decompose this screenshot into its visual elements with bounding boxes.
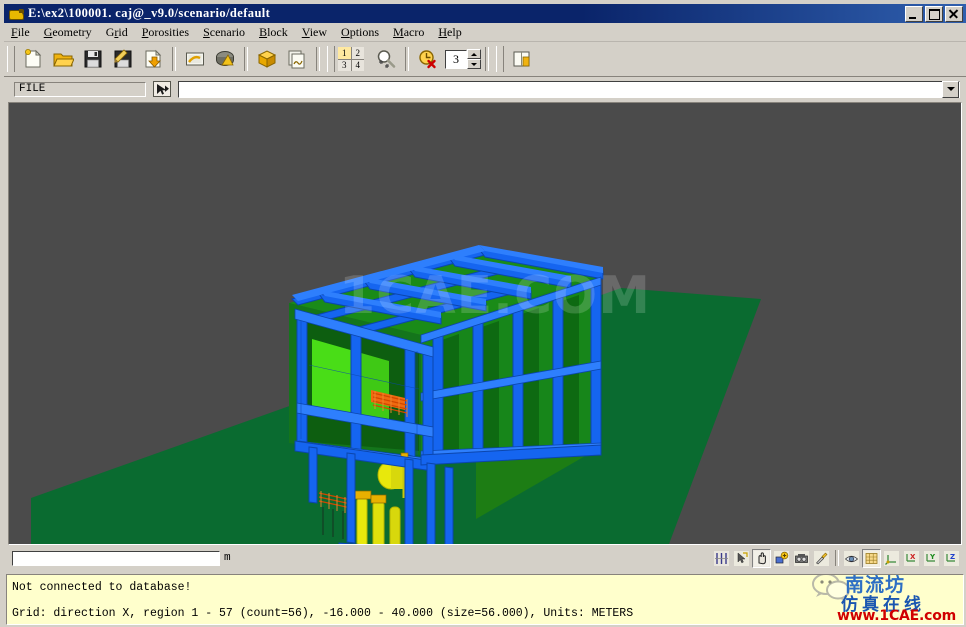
toolbar-separator <box>485 47 489 71</box>
viewport-count-spinner[interactable]: 3 <box>445 49 481 69</box>
view-bottom-bar: m X Y Z <box>8 547 962 569</box>
menu-item-macro[interactable]: Macro <box>386 24 431 41</box>
visibility-button[interactable] <box>842 548 861 568</box>
measure-tool-button[interactable] <box>712 548 731 568</box>
bright-panel-1 <box>312 339 354 418</box>
menu-item-block[interactable]: Block <box>252 24 295 41</box>
site-watermark: 南流坊 仿真在线 www.1CAE.com <box>783 574 959 624</box>
application-window: E:\ex2\100001. caj@_v9.0/scenario/defaul… <box>0 0 966 627</box>
scene-watermark: 1CAE.COM <box>339 266 651 326</box>
menu-item-porosities[interactable]: Porosities <box>135 24 196 41</box>
viewport-frame: 1CAE.COM <box>8 102 962 545</box>
menu-item-help[interactable]: Help <box>431 24 468 41</box>
menu-item-grid[interactable]: Grid <box>99 24 135 41</box>
toolbar-separator <box>172 47 176 71</box>
notes-button[interactable] <box>508 45 536 73</box>
file-bar: FILE <box>4 78 966 100</box>
watermark-tagline: 仿真在线 <box>841 595 925 615</box>
app-bird-icon <box>7 6 25 22</box>
grid-toggle-button[interactable] <box>862 548 881 568</box>
report-button[interactable] <box>283 45 311 73</box>
paint-tool-button[interactable] <box>812 548 831 568</box>
spinner-up-button[interactable] <box>467 49 481 59</box>
status-grid-message: Grid: direction X, region 1 - 57 (count=… <box>12 607 634 620</box>
toolbar-grip[interactable] <box>496 46 504 72</box>
status-connection-message: Not connected to database! <box>12 581 192 594</box>
y-view-button[interactable]: Y <box>922 548 941 568</box>
3d-viewport[interactable]: 1CAE.COM <box>9 103 961 544</box>
bright-panel-2 <box>361 353 389 421</box>
spinner-down-button[interactable] <box>467 59 481 69</box>
menu-item-options[interactable]: Options <box>334 24 386 41</box>
watermark-brand: 南流坊 <box>845 574 906 596</box>
open-file-button[interactable] <box>49 45 77 73</box>
render-button[interactable] <box>211 45 239 73</box>
view-geometry-button[interactable] <box>181 45 209 73</box>
status-panel[interactable]: Not connected to database! Grid: directi… <box>6 574 964 625</box>
select-tool-button[interactable] <box>732 548 751 568</box>
new-file-button[interactable] <box>19 45 47 73</box>
x-view-button[interactable]: X <box>902 548 921 568</box>
save-file-button[interactable] <box>79 45 107 73</box>
3d-scene[interactable]: 1CAE.COM <box>9 103 961 544</box>
title-bar: E:\ex2\100001. caj@_v9.0/scenario/defaul… <box>4 4 966 23</box>
wechat-logo-icon <box>812 575 850 601</box>
minimize-button[interactable] <box>905 5 923 22</box>
watermark-url: www.1CAE.com <box>837 608 957 624</box>
distance-input[interactable] <box>12 550 220 566</box>
file-path-combobox[interactable] <box>178 80 960 98</box>
window-title: E:\ex2\100001. caj@_v9.0/scenario/defaul… <box>28 6 271 20</box>
viewport-cell-3[interactable]: 3 <box>338 59 351 71</box>
import-button[interactable] <box>139 45 167 73</box>
block-button[interactable] <box>253 45 281 73</box>
save-as-button[interactable] <box>109 45 137 73</box>
close-button[interactable] <box>945 5 963 22</box>
add-object-button[interactable] <box>772 548 791 568</box>
toolbar-separator <box>316 47 320 71</box>
camera-tool-button[interactable] <box>792 548 811 568</box>
viewport-cell-2[interactable]: 2 <box>351 47 364 59</box>
file-type-label: FILE <box>14 81 146 97</box>
maximize-button[interactable] <box>925 5 943 22</box>
viewport-cell-1[interactable]: 1 <box>338 47 351 59</box>
svg-text:Y: Y <box>929 553 936 561</box>
zoom-fit-button[interactable] <box>372 45 400 73</box>
pick-arrow-icon[interactable] <box>152 80 172 98</box>
svg-text:X: X <box>910 553 916 561</box>
unit-label: m <box>224 552 231 564</box>
iso-view-button[interactable] <box>882 548 901 568</box>
menu-item-scenario[interactable]: Scenario <box>196 24 252 41</box>
z-view-button[interactable]: Z <box>942 548 961 568</box>
menu-bar: File Geometry Grid Porosities Scenario B… <box>4 24 966 42</box>
toolbar-separator <box>405 47 409 71</box>
menu-item-file[interactable]: File <box>4 24 37 41</box>
window-controls <box>905 5 963 22</box>
menu-item-geometry[interactable]: Geometry <box>37 24 99 41</box>
clear-timing-button[interactable] <box>414 45 442 73</box>
viewport-count-value[interactable]: 3 <box>445 49 467 69</box>
main-toolbar: 1 2 3 4 3 <box>4 42 966 77</box>
toolbar-separator <box>244 47 248 71</box>
menu-item-view[interactable]: View <box>295 24 334 41</box>
viewport-layout-selector[interactable]: 1 2 3 4 <box>338 47 364 71</box>
viewbar-separator <box>835 550 839 566</box>
toolbar-grip[interactable] <box>7 46 15 72</box>
pan-tool-button[interactable] <box>752 548 771 568</box>
viewport-cell-4[interactable]: 4 <box>351 59 364 71</box>
toolbar-grip[interactable] <box>327 46 335 72</box>
chevron-down-icon[interactable] <box>942 80 959 98</box>
svg-text:Z: Z <box>950 553 955 561</box>
